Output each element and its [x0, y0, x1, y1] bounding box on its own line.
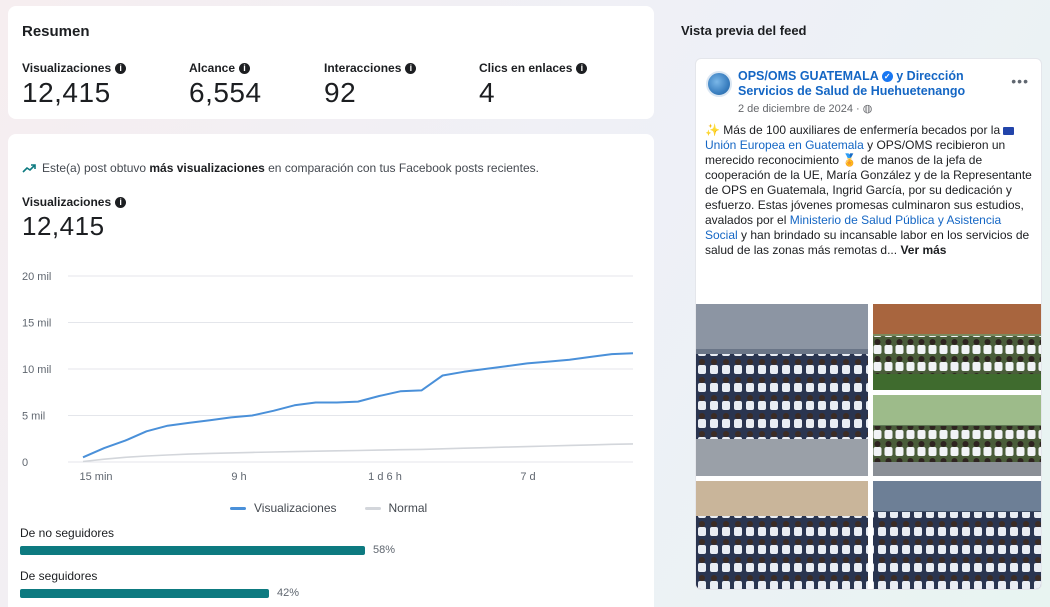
feed-preview-panel: Vista previa del feed OPS/OMS GUATEMALA … — [668, 6, 1050, 607]
feed-title: Vista previa del feed — [681, 23, 807, 38]
metric-value: 4 — [479, 77, 496, 108]
bar-track: 42% — [20, 587, 650, 599]
metric-label: Interacciones — [324, 61, 402, 75]
post-photo-grid[interactable] — [696, 304, 1041, 589]
info-icon[interactable]: i — [576, 62, 588, 74]
metric-alcance: Alcance i 6,554 — [189, 61, 262, 109]
info-icon[interactable]: i — [239, 62, 251, 74]
summary-card: Resumen Visualizaciones i 12,415 Alcance i… — [8, 6, 654, 119]
bar-label: De seguidores — [20, 569, 98, 583]
x-tick-label: 1 d 6 h — [368, 471, 402, 483]
eu-link[interactable]: Unión Europea en Guatemala — [705, 138, 864, 152]
insight-prefix: Este(a) post obtuvo — [42, 161, 150, 175]
info-icon[interactable]: i — [405, 62, 417, 74]
series-line-normal — [82, 443, 634, 463]
metric-interacciones: Interacciones i 92 — [324, 61, 417, 109]
post-text: ✨ Más de 100 auxiliares de enfermería be… — [705, 123, 1037, 258]
x-tick-label: 7 d — [520, 471, 535, 483]
views-line-chart: 0 5 mil 10 mil 15 mil 20 mil 15 min 9 h 1 d 6 … — [22, 271, 634, 483]
summary-title: Resumen — [22, 23, 90, 40]
post-preview: OPS/OMS GUATEMALA ✓ y Dirección Servicio… — [695, 58, 1042, 590]
legend-label: Visualizaciones — [254, 501, 337, 515]
medal-emoji-icon: 🏅 — [842, 153, 858, 167]
chart-legend: Visualizaciones Normal — [230, 501, 427, 515]
legend-swatch — [230, 506, 246, 510]
metric-visualizaciones: Visualizaciones i 12,415 — [22, 61, 127, 109]
metric-label: Clics en enlaces — [479, 61, 573, 75]
x-tick-label: 9 h — [231, 471, 246, 483]
photo-2 — [873, 304, 1041, 390]
y-tick-label: 5 mil — [22, 411, 45, 423]
bar-followers: De seguidores 42% — [20, 569, 650, 599]
views-chart-card: Este(a) post obtuvo más visualizaciones … — [8, 134, 654, 607]
views-total: Visualizaciones i 12,415 — [22, 195, 127, 242]
y-tick-label: 20 mil — [22, 271, 51, 283]
metric-label: Alcance — [189, 61, 236, 75]
eu-flag-icon — [1003, 126, 1015, 135]
trend-up-icon — [22, 164, 36, 173]
photo-5 — [873, 481, 1041, 589]
bar-fill — [20, 589, 269, 598]
metric-label: Visualizaciones — [22, 61, 112, 75]
info-icon[interactable]: i — [115, 62, 127, 74]
legend-label: Normal — [388, 501, 428, 515]
legend-item-normal[interactable]: Normal — [364, 501, 428, 515]
verified-badge-icon: ✓ — [881, 71, 893, 83]
photo-4 — [696, 481, 868, 589]
sparkle-emoji-icon: ✨ — [705, 123, 720, 137]
globe-icon: ◍ — [862, 103, 873, 115]
insight-message: Este(a) post obtuvo más visualizaciones … — [22, 161, 539, 175]
more-options-icon[interactable]: ••• — [1011, 73, 1029, 89]
metric-value: 12,415 — [22, 77, 111, 108]
legend-item-visualizaciones[interactable]: Visualizaciones — [230, 501, 337, 515]
see-more-link[interactable]: Ver más — [900, 243, 946, 257]
post-author[interactable]: OPS/OMS GUATEMALA ✓ y Dirección Servicio… — [738, 69, 988, 99]
bar-label: De no seguidores — [20, 526, 115, 540]
bar-percent: 58% — [373, 544, 396, 556]
metric-value: 6,554 — [189, 77, 262, 108]
photo-3 — [873, 395, 1041, 476]
insight-suffix: en comparación con tus Facebook posts re… — [264, 161, 539, 175]
info-icon[interactable]: i — [115, 196, 127, 208]
bar-percent: 42% — [277, 587, 300, 599]
post-date-text: 2 de diciembre de 2024 · — [738, 103, 863, 115]
y-tick-label: 0 — [22, 457, 28, 469]
author-name[interactable]: OPS/OMS GUATEMALA — [738, 69, 878, 83]
views-label: Visualizaciones — [22, 195, 112, 209]
views-value: 12,415 — [22, 211, 105, 241]
y-tick-label: 15 mil — [22, 318, 51, 330]
avatar[interactable] — [706, 71, 732, 97]
bar-track: 58% — [20, 544, 650, 556]
legend-swatch — [364, 506, 381, 510]
x-tick-label: 15 min — [79, 471, 112, 483]
bar-fill — [20, 546, 365, 555]
post-text-part: y han brindado su incansable labor en lo… — [705, 228, 1030, 257]
post-date[interactable]: 2 de diciembre de 2024 · ◍ — [738, 102, 872, 115]
photo-collage — [696, 304, 1041, 589]
bar-non-followers: De no seguidores 58% — [20, 526, 650, 556]
metric-value: 92 — [324, 77, 357, 108]
metric-clics: Clics en enlaces i 4 — [479, 61, 588, 109]
post-text-part: Más de 100 auxiliares de enfermería beca… — [719, 123, 1004, 137]
insight-bold: más visualizaciones — [149, 161, 265, 175]
y-tick-label: 10 mil — [22, 364, 51, 376]
photo-1 — [696, 304, 868, 476]
